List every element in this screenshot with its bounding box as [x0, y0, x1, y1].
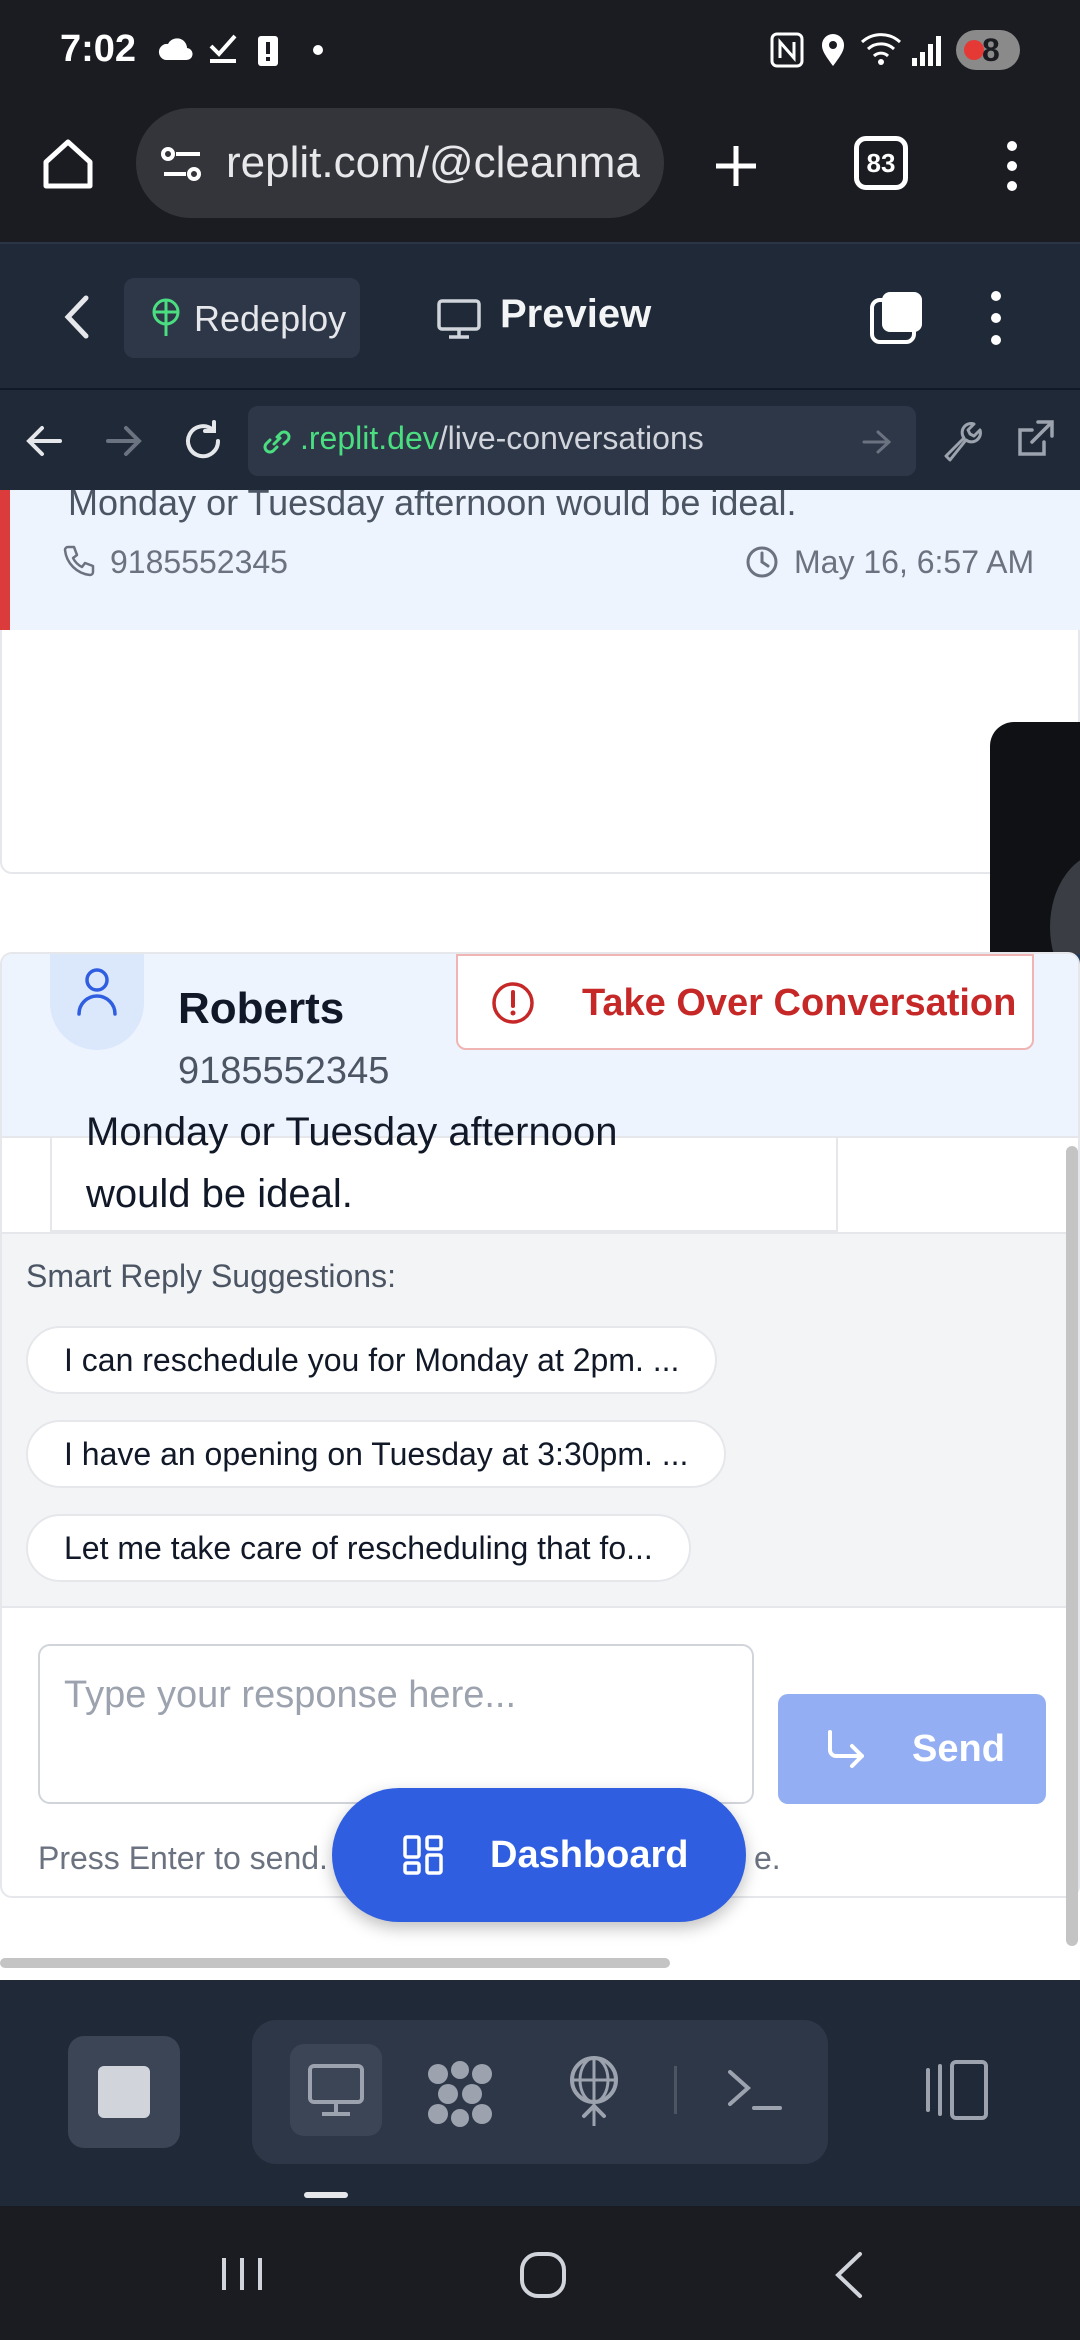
dashboard-label: Dashboard [490, 1834, 689, 1876]
replit-toolbar: Redeploy Preview [0, 242, 1080, 388]
suggestion-chip[interactable]: I can reschedule you for Monday at 2pm. … [26, 1326, 718, 1394]
panels-layout-icon[interactable] [922, 2058, 990, 2122]
open-external-icon[interactable] [1014, 418, 1056, 460]
dot-icon [313, 45, 323, 55]
browser-toolbar: replit.com/@cleanma 83 [0, 100, 1080, 242]
tabs-switcher-icon[interactable] [868, 288, 926, 346]
send-label: Send [912, 1728, 1005, 1770]
message-line-2: would be ideal. [86, 1172, 353, 1216]
take-over-label: Take Over Conversation [582, 982, 1017, 1024]
previous-conversation-card[interactable]: Monday or Tuesday afternoon would be ide… [0, 490, 1080, 630]
replit-bottom-toolbar [0, 1980, 1080, 2206]
user-icon [77, 968, 117, 1016]
replit-more-icon[interactable] [984, 290, 1008, 346]
alert-circle-icon [492, 982, 534, 1024]
nav-forward-icon[interactable] [106, 424, 142, 458]
signal-icon [912, 36, 941, 66]
location-icon [822, 34, 844, 66]
deploy-globe-icon[interactable] [566, 2056, 622, 2128]
customer-name: Roberts [178, 984, 345, 1033]
url-path: /live-conversations [438, 420, 704, 456]
status-time: 7:02 [60, 28, 137, 70]
shell-icon[interactable] [726, 2066, 784, 2114]
avatar [50, 954, 144, 1050]
monitor-icon [437, 299, 481, 339]
redeploy-button[interactable]: Redeploy [124, 278, 360, 358]
recent-apps-icon[interactable] [218, 2254, 266, 2294]
webview-nav-bar: .replit.dev/live-conversations [0, 388, 1080, 490]
enter-hint-tail: e. [754, 1840, 781, 1876]
message-bubble: Monday or Tuesday afternoon would be ide… [50, 1110, 838, 1232]
devtools-wrench-icon[interactable] [940, 418, 984, 462]
nfc-icon [770, 32, 804, 68]
take-over-button[interactable]: Take Over Conversation [456, 954, 1034, 1050]
nav-back-icon[interactable] [26, 424, 62, 458]
smart-reply-title: Smart Reply Suggestions: [26, 1258, 396, 1294]
packages-icon[interactable] [424, 2060, 496, 2128]
battery-alert-icon [258, 36, 278, 66]
stop-button[interactable] [68, 2036, 180, 2148]
battery-level: 8 [982, 32, 1000, 68]
previous-timestamp: May 16, 6:57 AM [794, 544, 1035, 580]
site-settings-icon[interactable] [160, 144, 204, 184]
webview-url[interactable]: .replit.dev/live-conversations [300, 420, 704, 457]
previous-card-body [0, 630, 1080, 874]
response-input[interactable]: Type your response here... [38, 1644, 754, 1804]
redeploy-label: Redeploy [194, 298, 347, 339]
dashboard-button[interactable]: Dashboard [332, 1788, 746, 1922]
horizontal-scrollbar[interactable] [0, 1958, 670, 1968]
preview-tool-button[interactable] [290, 2044, 382, 2136]
android-navigation-bar [0, 2206, 1080, 2340]
page-content: Monday or Tuesday afternoon would be ide… [0, 490, 1080, 1980]
previous-message-text: Monday or Tuesday afternoon would be ide… [68, 490, 797, 523]
monitor-icon [308, 2064, 364, 2116]
url-domain: .replit.dev [300, 420, 439, 456]
customer-phone: 9185552345 [178, 1050, 390, 1092]
preview-tab-label[interactable]: Preview [500, 292, 651, 337]
clock-icon [746, 546, 778, 578]
vertical-scrollbar[interactable] [1066, 1146, 1078, 1946]
reload-icon[interactable] [180, 418, 226, 464]
enter-hint: Press Enter to send. [38, 1840, 328, 1876]
send-button[interactable]: Send [778, 1694, 1046, 1804]
suggestion-chip[interactable]: I have an opening on Tuesday at 3:30pm. … [26, 1420, 727, 1488]
active-tab-indicator [304, 2192, 348, 2198]
tool-divider [674, 2066, 677, 2114]
deploy-icon [152, 298, 180, 336]
more-menu-icon[interactable] [1000, 140, 1024, 192]
stop-icon [98, 2066, 150, 2118]
link-icon [263, 430, 291, 454]
cloud-icon [158, 38, 193, 61]
phone-icon [63, 545, 95, 577]
go-arrow-icon[interactable] [862, 428, 892, 456]
check-icon [209, 34, 237, 63]
suggestion-chip[interactable]: Let me take care of rescheduling that fo… [26, 1514, 691, 1582]
url-text[interactable]: replit.com/@cleanma [226, 138, 646, 188]
smart-reply-panel: Smart Reply Suggestions: I can reschedul… [2, 1232, 1078, 1608]
status-bar: 7:02 8 [0, 0, 1080, 100]
new-tab-icon[interactable] [712, 142, 760, 190]
home-icon[interactable] [40, 136, 96, 192]
home-nav-icon[interactable] [518, 2250, 568, 2300]
back-chevron-icon[interactable] [62, 294, 92, 340]
back-nav-icon[interactable] [832, 2250, 866, 2300]
tab-count-button[interactable]: 83 [854, 136, 908, 190]
message-line-1: Monday or Tuesday afternoon [86, 1110, 618, 1154]
reply-arrow-icon [828, 1730, 864, 1768]
previous-phone: 9185552345 [110, 544, 288, 580]
wifi-icon [860, 33, 902, 65]
dashboard-grid-icon [403, 1835, 443, 1875]
conversation-card: Roberts 9185552345 Take Over Conversatio… [0, 952, 1080, 1898]
battery-indicator: 8 [956, 30, 1020, 70]
